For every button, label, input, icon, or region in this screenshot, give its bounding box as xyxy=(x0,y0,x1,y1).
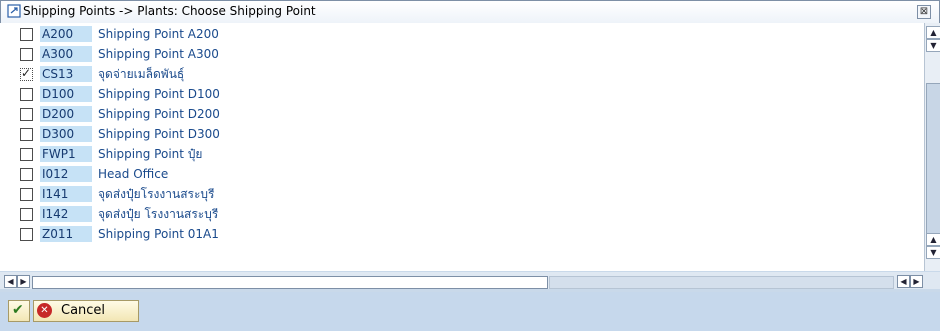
scroll-down-icon[interactable]: ▼ xyxy=(926,39,940,52)
scroll-thumb[interactable] xyxy=(926,83,940,235)
ok-button[interactable]: ✔ xyxy=(8,300,30,322)
row-checkbox[interactable] xyxy=(20,208,33,221)
list-item[interactable]: ✓ CS13 จุดจ่ายเมล็ดพันธุ์ xyxy=(0,66,900,83)
checkmark-icon: ✓ xyxy=(21,66,32,80)
shipping-point-code: D100 xyxy=(40,86,92,102)
row-checkbox[interactable] xyxy=(20,28,33,41)
dialog-title-bar: Shipping Points -> Plants: Choose Shippi… xyxy=(0,0,940,24)
cancel-label: Cancel xyxy=(61,303,106,318)
shipping-point-description: Shipping Point D100 xyxy=(98,87,220,101)
scroll-right-icon[interactable]: ▶ xyxy=(910,275,923,288)
scroll-down-icon[interactable]: ▼ xyxy=(926,246,940,259)
shipping-point-code: I142 xyxy=(40,206,92,222)
list-item[interactable]: I142 จุดส่งปุ๋ย โรงงานสระบุรี xyxy=(0,206,900,223)
list-item[interactable]: D200 Shipping Point D200 xyxy=(0,106,900,123)
row-checkbox[interactable]: ✓ xyxy=(20,66,33,81)
scroll-left-icon[interactable]: ◀ xyxy=(897,275,910,288)
list-item[interactable]: I012 Head Office xyxy=(0,166,900,183)
shipping-point-description: จุดจ่ายเมล็ดพันธุ์ xyxy=(98,67,185,81)
shipping-point-description: จุดส่งปุ๋ยโรงงานสระบุรี xyxy=(98,187,215,201)
list-item[interactable]: I141 จุดส่งปุ๋ยโรงงานสระบุรี xyxy=(0,186,900,203)
list-item[interactable]: D300 Shipping Point D300 xyxy=(0,126,900,143)
horizontal-scroll-thumb[interactable] xyxy=(32,276,548,289)
row-checkbox[interactable] xyxy=(20,88,33,101)
shipping-point-description: Shipping Point D200 xyxy=(98,107,220,121)
shipping-point-code: A300 xyxy=(40,46,92,62)
shipping-point-list: A200 Shipping Point A200 A300 Shipping Poin… xyxy=(0,23,940,271)
row-checkbox[interactable] xyxy=(20,228,33,241)
row-checkbox[interactable] xyxy=(20,128,33,141)
close-icon[interactable]: ⊠ xyxy=(917,5,931,19)
dialog-title: Shipping Points -> Plants: Choose Shippi… xyxy=(23,4,316,18)
shipping-point-code: D300 xyxy=(40,126,92,142)
button-bar: ✔ ✕ Cancel xyxy=(0,292,940,331)
shipping-point-code: I012 xyxy=(40,166,92,182)
scroll-up-icon[interactable]: ▲ xyxy=(926,233,940,246)
shipping-point-description: Shipping Point ปุ๋ย xyxy=(98,147,203,161)
horizontal-scroll-track[interactable] xyxy=(549,276,894,289)
shipping-point-code: I141 xyxy=(40,186,92,202)
shipping-point-description: Head Office xyxy=(98,167,169,181)
list-rows-container: A200 Shipping Point A200 A300 Shipping Poin… xyxy=(0,23,921,271)
row-checkbox[interactable] xyxy=(20,188,33,201)
row-checkbox[interactable] xyxy=(20,148,33,161)
horizontal-scrollbar[interactable]: ◀ ▶ ◀ ▶ xyxy=(0,272,940,289)
scroll-up-icon[interactable]: ▲ xyxy=(926,26,940,39)
list-item[interactable]: Z011 Shipping Point 01A1 xyxy=(0,226,900,243)
row-checkbox[interactable] xyxy=(20,48,33,61)
vertical-scrollbar[interactable]: ▲ ▼ ▲ ▼ xyxy=(924,23,940,271)
shipping-point-description: Shipping Point A300 xyxy=(98,47,219,61)
scroll-left-icon[interactable]: ◀ xyxy=(4,275,17,288)
cancel-icon: ✕ xyxy=(37,303,52,318)
shipping-point-code: FWP1 xyxy=(40,146,92,162)
cancel-button[interactable]: ✕ Cancel xyxy=(33,300,139,322)
check-icon: ✔ xyxy=(12,302,24,318)
list-item[interactable]: FWP1 Shipping Point ปุ๋ย xyxy=(0,146,900,163)
row-checkbox[interactable] xyxy=(20,168,33,181)
row-checkbox[interactable] xyxy=(20,108,33,121)
shipping-point-code: CS13 xyxy=(40,66,92,82)
shipping-point-code: A200 xyxy=(40,26,92,42)
shipping-point-description: Shipping Point D300 xyxy=(98,127,220,141)
shipping-point-code: D200 xyxy=(40,106,92,122)
shipping-point-description: Shipping Point 01A1 xyxy=(98,227,219,241)
shipping-point-code: Z011 xyxy=(40,226,92,242)
shipping-point-description: Shipping Point A200 xyxy=(98,27,219,41)
scroll-right-icon[interactable]: ▶ xyxy=(17,275,30,288)
list-item[interactable]: D100 Shipping Point D100 xyxy=(0,86,900,103)
window-icon xyxy=(7,4,21,18)
list-item[interactable]: A200 Shipping Point A200 xyxy=(0,26,900,43)
list-item[interactable]: A300 Shipping Point A300 xyxy=(0,46,900,63)
shipping-point-description: จุดส่งปุ๋ย โรงงานสระบุรี xyxy=(98,207,219,221)
